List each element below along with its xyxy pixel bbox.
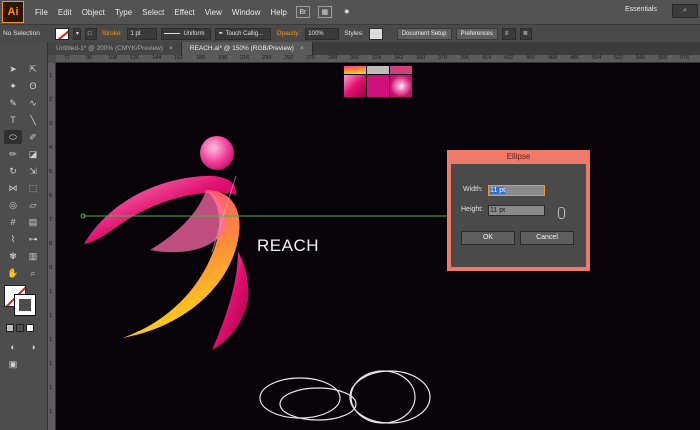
dialog-title: Ellipse [506, 152, 531, 161]
ellipse-2 [279, 387, 357, 421]
cancel-button[interactable]: Cancel [520, 231, 574, 245]
dialog-body: Width: 11 pt Height: 11 pt OK Cancel [451, 164, 586, 267]
swatch-pink-glow [390, 75, 412, 97]
ellipse-1 [259, 377, 341, 419]
ellipse-4 [350, 370, 416, 424]
constrain-proportions-icon[interactable] [558, 207, 565, 219]
swatch-pink-2 [367, 75, 389, 97]
ellipse-3 [349, 370, 431, 424]
swatch-pink-1 [344, 75, 366, 97]
logo-head [200, 136, 234, 170]
ok-button[interactable]: OK [461, 231, 515, 245]
swatch-gradient-1 [344, 66, 366, 74]
swatch-gradient-3 [390, 66, 412, 74]
width-label: Width: [463, 186, 483, 193]
artwork [80, 66, 448, 424]
height-label: Height: [461, 206, 484, 213]
width-field[interactable]: 11 pt [488, 185, 545, 196]
height-field[interactable]: 11 pt [488, 205, 545, 216]
swatch-gradient-2 [367, 66, 389, 74]
logo-text: REACH [257, 236, 320, 255]
ellipse-dialog: Ellipse Width: 11 pt Height: 11 pt OK Ca… [447, 150, 590, 271]
